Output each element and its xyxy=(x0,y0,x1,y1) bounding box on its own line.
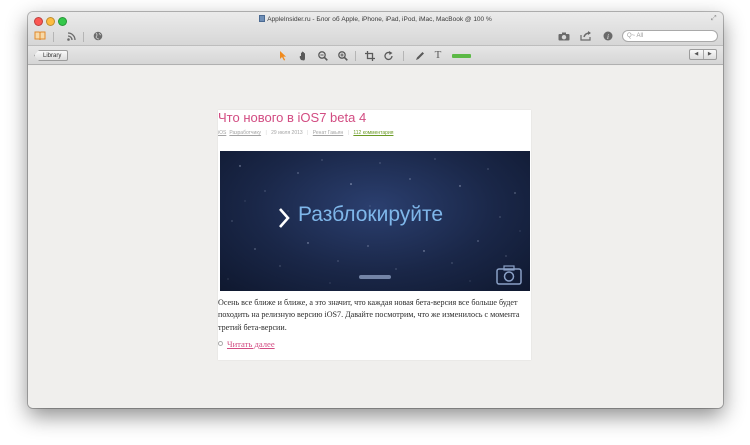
zoom-in-icon[interactable] xyxy=(338,50,348,62)
search-input[interactable]: Q~ All xyxy=(622,30,718,42)
meta-category[interactable]: iOS xyxy=(218,130,226,136)
chevron-right-icon xyxy=(279,208,290,228)
text-icon[interactable]: T xyxy=(433,49,443,61)
article-page: Что нового в iOS7 beta 4 iOS Разработчику… xyxy=(218,110,531,360)
meta-category-2[interactable]: Разработчику xyxy=(229,130,261,136)
toolbar-separator xyxy=(83,32,84,42)
meta-separator: | xyxy=(265,130,267,136)
meta-author[interactable]: Ренат Гакьян xyxy=(313,130,343,136)
article-meta: iOS Разработчику | 29 июля 2013 | Ренат Г… xyxy=(218,130,396,136)
article-title[interactable]: Что нового в iOS7 beta 4 xyxy=(218,110,366,125)
article-body: Осень все ближе и ближе, а это значит, ч… xyxy=(218,298,520,332)
meta-separator: | xyxy=(347,130,349,136)
highlight-color-swatch xyxy=(451,54,471,58)
share-icon[interactable] xyxy=(580,30,592,42)
window-title-text: AppleInsider.ru - Блог об Apple, iPhone,… xyxy=(267,16,492,23)
pointer-icon[interactable] xyxy=(278,50,288,62)
toolbar-separator xyxy=(53,32,54,42)
info-icon[interactable]: i xyxy=(603,30,613,42)
hero-camera-icon xyxy=(496,265,522,285)
globe-icon[interactable] xyxy=(93,30,103,42)
rss-icon[interactable] xyxy=(66,30,76,42)
window-title: AppleInsider.ru - Блог об Apple, iPhone,… xyxy=(28,15,723,23)
library-icon[interactable] xyxy=(34,30,46,42)
camera-icon[interactable] xyxy=(558,30,570,42)
library-button[interactable]: Library xyxy=(34,50,69,61)
highlight-icon[interactable] xyxy=(451,50,471,62)
forward-button[interactable]: ▶ xyxy=(702,50,717,59)
meta-date: 29 июля 2013 xyxy=(271,130,303,136)
toolbar-separator xyxy=(403,51,404,61)
crop-icon[interactable] xyxy=(365,50,375,62)
read-more-link[interactable]: Читать далее xyxy=(218,339,275,349)
secondary-toolbar: Library T ◀ ▶ xyxy=(28,45,723,65)
hero-image: Разблокируйте xyxy=(220,151,530,291)
read-more-label[interactable]: Читать далее xyxy=(227,339,275,349)
back-button[interactable]: ◀ xyxy=(690,50,703,59)
zoom-out-icon[interactable] xyxy=(318,50,328,62)
fullscreen-icon[interactable]: ⤢ xyxy=(711,15,719,23)
reader-content: Что нового в iOS7 beta 4 iOS Разработчику… xyxy=(28,66,723,408)
meta-separator: | xyxy=(307,130,309,136)
meta-comments[interactable]: 112 комментария xyxy=(353,130,393,136)
hand-icon[interactable] xyxy=(298,50,308,62)
hero-unlock-text: Разблокируйте xyxy=(298,203,444,226)
read-more-bullet-icon xyxy=(218,341,223,346)
page-navigation: ◀ ▶ xyxy=(689,49,717,60)
document-icon xyxy=(259,15,266,22)
reader-window: AppleInsider.ru - Блог об Apple, iPhone,… xyxy=(28,12,723,408)
toolbar-separator xyxy=(355,51,356,61)
rotate-icon[interactable] xyxy=(384,50,394,62)
svg-text:i: i xyxy=(607,33,609,41)
hero-slider-handle xyxy=(359,275,391,279)
pen-icon[interactable] xyxy=(415,50,425,62)
